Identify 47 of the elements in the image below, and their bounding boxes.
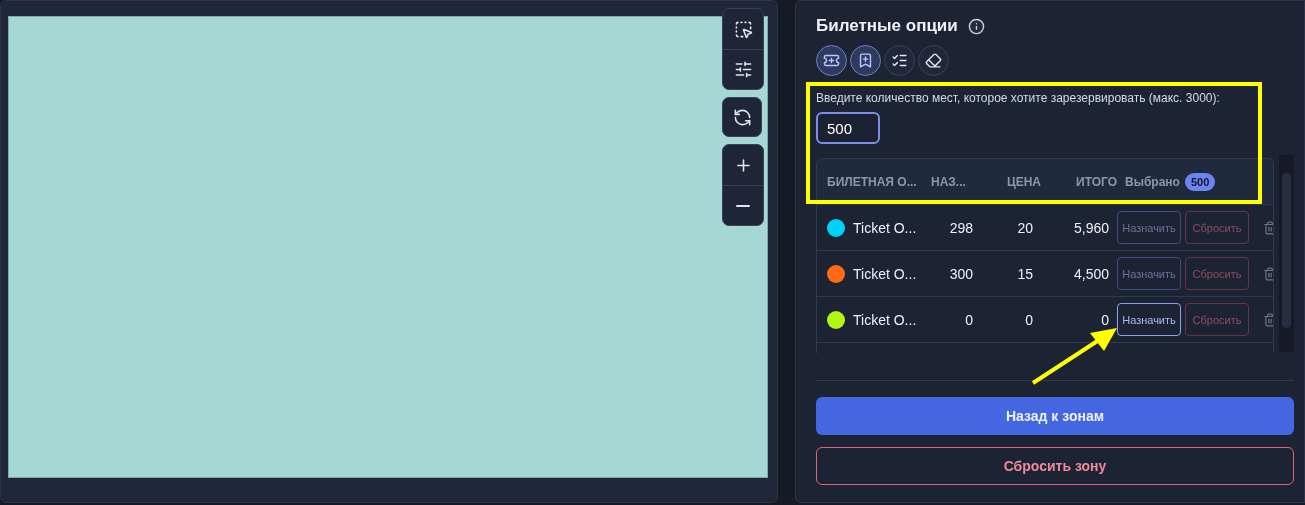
ticket-plus-icon: [823, 52, 840, 69]
table-cell-text: 0: [1100, 311, 1109, 328]
column-header: ЦЕНА: [1005, 174, 1041, 189]
checklist-icon: [891, 52, 908, 69]
table-cell-text: 300: [948, 265, 973, 282]
table-cell-text: Ticket O...: [853, 265, 918, 282]
table-cell-text: 298: [948, 219, 973, 236]
scrollbar[interactable]: [1279, 155, 1294, 352]
quantity-field[interactable]: 500: [816, 112, 880, 144]
assign-button[interactable]: Назначить: [1117, 211, 1181, 244]
count-badge: 500: [1184, 172, 1216, 191]
assign-button[interactable]: Назначить: [1117, 257, 1181, 290]
trash-icon[interactable]: [1263, 312, 1274, 327]
reset-button[interactable]: Сбросить: [1185, 211, 1249, 244]
back-button[interactable]: Назад к зонам: [816, 397, 1294, 435]
reset-zone-button[interactable]: Сбросить зону: [816, 447, 1294, 485]
refresh-icon: [732, 107, 752, 127]
minus-icon: [736, 204, 750, 207]
table-cell-text: Ticket O...: [853, 311, 918, 328]
column-header: ИТОГО: [1075, 174, 1117, 189]
table-cell-text: 0: [1024, 311, 1033, 328]
trash-icon[interactable]: [1263, 266, 1274, 281]
table-cell-text: 5,960: [1072, 219, 1109, 236]
trash-icon[interactable]: [1263, 220, 1274, 235]
bookmark-plus-icon: [857, 52, 874, 69]
column-header: Выбрано: [1125, 174, 1180, 189]
column-header: НАЗ...: [931, 174, 967, 189]
tool-button[interactable]: [816, 45, 847, 76]
table-cell-text: 20: [1016, 219, 1033, 236]
panel-title: Билетные опции: [816, 16, 958, 36]
info-icon[interactable]: [967, 17, 985, 35]
quantity-label: Введите количество мест, которое хотите зарезервировать (макс. 3000):: [816, 91, 1221, 105]
reset-button[interactable]: Сбросить: [1185, 257, 1249, 290]
tool-button[interactable]: [850, 45, 881, 76]
table-cell-text: Ticket O...: [853, 219, 918, 236]
tool-button[interactable]: [918, 45, 949, 76]
assign-button[interactable]: Назначить: [1117, 303, 1181, 336]
table-cell-text: 15: [1016, 265, 1033, 282]
select-area-icon: [733, 19, 753, 39]
column-header: БИЛЕТНАЯ О...: [827, 174, 918, 189]
table-cell-text: 4,500: [1072, 265, 1109, 282]
tool-button[interactable]: [884, 45, 915, 76]
reset-view-button[interactable]: [722, 97, 762, 137]
eraser-icon: [925, 52, 942, 69]
reset-button[interactable]: Сбросить: [1185, 303, 1249, 336]
settings-icon: [733, 60, 753, 79]
table-cell-text: 0: [964, 311, 973, 328]
